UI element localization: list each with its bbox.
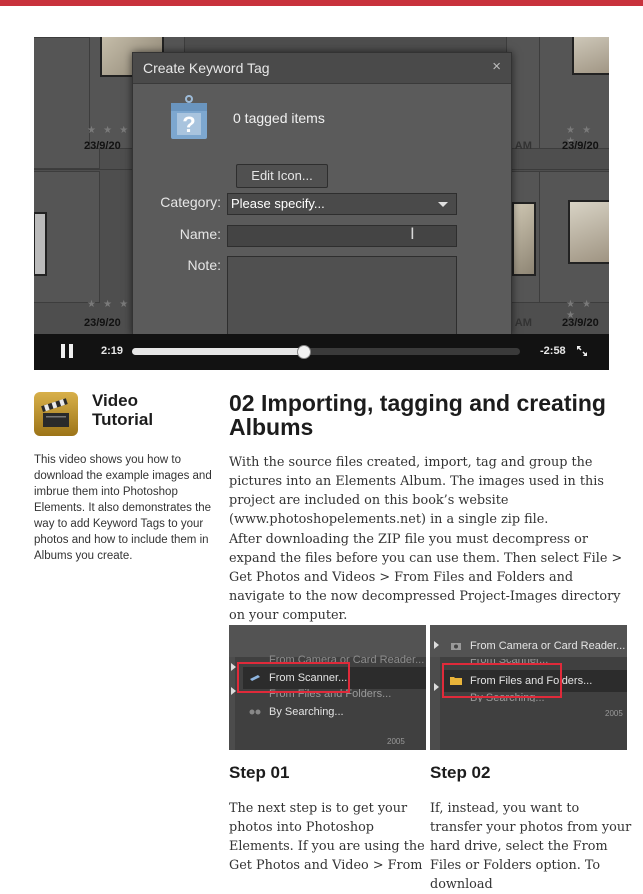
photo-thumbnail xyxy=(34,212,47,276)
clapperboard-icon xyxy=(34,392,78,436)
step-01-screenshot: From Camera or Card Reader... From Scann… xyxy=(229,625,426,750)
arrow-right-icon xyxy=(231,687,236,695)
thumbnail-date: 23/9/20 xyxy=(562,140,599,152)
seek-bar[interactable] xyxy=(132,345,520,359)
menu-item-searching[interactable]: By Searching... xyxy=(243,701,426,723)
edit-icon-button[interactable]: Edit Icon... xyxy=(236,164,328,188)
pause-icon[interactable] xyxy=(61,344,73,358)
step-02-screenshot: From Camera or Card Reader... From Scann… xyxy=(430,625,627,750)
close-icon[interactable]: × xyxy=(492,58,501,75)
thumbnail-date: 23/9/20 xyxy=(562,317,599,329)
name-label: Name: xyxy=(179,226,221,242)
photo-thumbnail xyxy=(572,37,609,75)
thumbnail-tile xyxy=(539,171,609,303)
category-select[interactable]: Please specify... xyxy=(227,193,457,215)
elapsed-time: 2:19 xyxy=(101,345,124,357)
remaining-time: -2:58 xyxy=(540,345,566,357)
svg-text:?: ? xyxy=(182,112,195,137)
arrow-right-icon xyxy=(434,641,439,649)
arrow-right-icon xyxy=(231,663,236,671)
seek-bar-progress xyxy=(132,348,303,355)
menu-item-camera[interactable]: From Camera or Card Reader... xyxy=(444,635,627,657)
rating-stars: ★ ★ ★ xyxy=(87,125,131,136)
create-keyword-tag-dialog: Create Keyword Tag × ? 0 tagged items Ed… xyxy=(132,52,512,334)
menu-item-camera[interactable]: From Camera or Card Reader... xyxy=(243,649,426,663)
binoculars-icon xyxy=(249,709,261,715)
tagged-items-count: 0 tagged items xyxy=(233,110,325,126)
step-02-title: Step 02 xyxy=(430,763,491,782)
step-01-text: The next step is to get your photos into… xyxy=(229,801,425,873)
camera-icon xyxy=(451,643,461,650)
note-textarea[interactable] xyxy=(227,256,457,334)
note-label: Note: xyxy=(187,257,221,273)
header-accent-bar xyxy=(0,0,643,6)
arrow-right-icon xyxy=(434,683,439,691)
category-label: Category: xyxy=(160,194,221,210)
name-input[interactable] xyxy=(227,225,457,247)
thumbnail-date: 23/9/20 xyxy=(84,140,121,152)
rating-stars: ★ ★ ★ xyxy=(87,299,131,310)
video-frame[interactable]: ★ ★ ★ 23/9/20 ★ ★ ★ 23/9/20 6 AM ★ ★ ★ 2… xyxy=(34,37,609,334)
video-controls: 2:19 -2:58 xyxy=(34,334,609,370)
seek-handle[interactable] xyxy=(296,345,311,359)
video-player[interactable]: ★ ★ ★ 23/9/20 ★ ★ ★ 23/9/20 6 AM ★ ★ ★ 2… xyxy=(34,37,609,370)
timeline-year: 2005 xyxy=(387,737,405,746)
dialog-title: Create Keyword Tag xyxy=(143,60,270,76)
tag-question-icon: ? xyxy=(171,95,207,139)
photo-thumbnail xyxy=(512,202,536,276)
category-value: Please specify... xyxy=(231,196,325,211)
chevron-down-icon xyxy=(438,202,448,207)
article-paragraph: With the source files created, import, t… xyxy=(229,455,604,527)
thumbnail-date: 23/9/20 xyxy=(84,317,121,329)
section-heading: 02 Importing, tagging and creating Album… xyxy=(229,390,606,440)
step-02-text: If, instead, you want to transfer your p… xyxy=(430,801,632,892)
video-tutorial-title: Video Tutorial xyxy=(92,391,154,429)
photo-thumbnail xyxy=(568,200,609,264)
highlight-box xyxy=(442,663,562,698)
dialog-titlebar: Create Keyword Tag × xyxy=(133,53,511,84)
timeline-year: 2005 xyxy=(605,709,623,718)
text-cursor-icon: I xyxy=(410,224,415,243)
article-paragraph: After downloading the ZIP file you must … xyxy=(229,532,623,623)
highlight-box xyxy=(237,662,350,693)
fullscreen-icon[interactable] xyxy=(574,343,590,359)
thumbnail-tile xyxy=(34,171,100,303)
step-01-title: Step 01 xyxy=(229,763,290,782)
video-tutorial-description: This video shows you how to download the… xyxy=(34,454,212,562)
